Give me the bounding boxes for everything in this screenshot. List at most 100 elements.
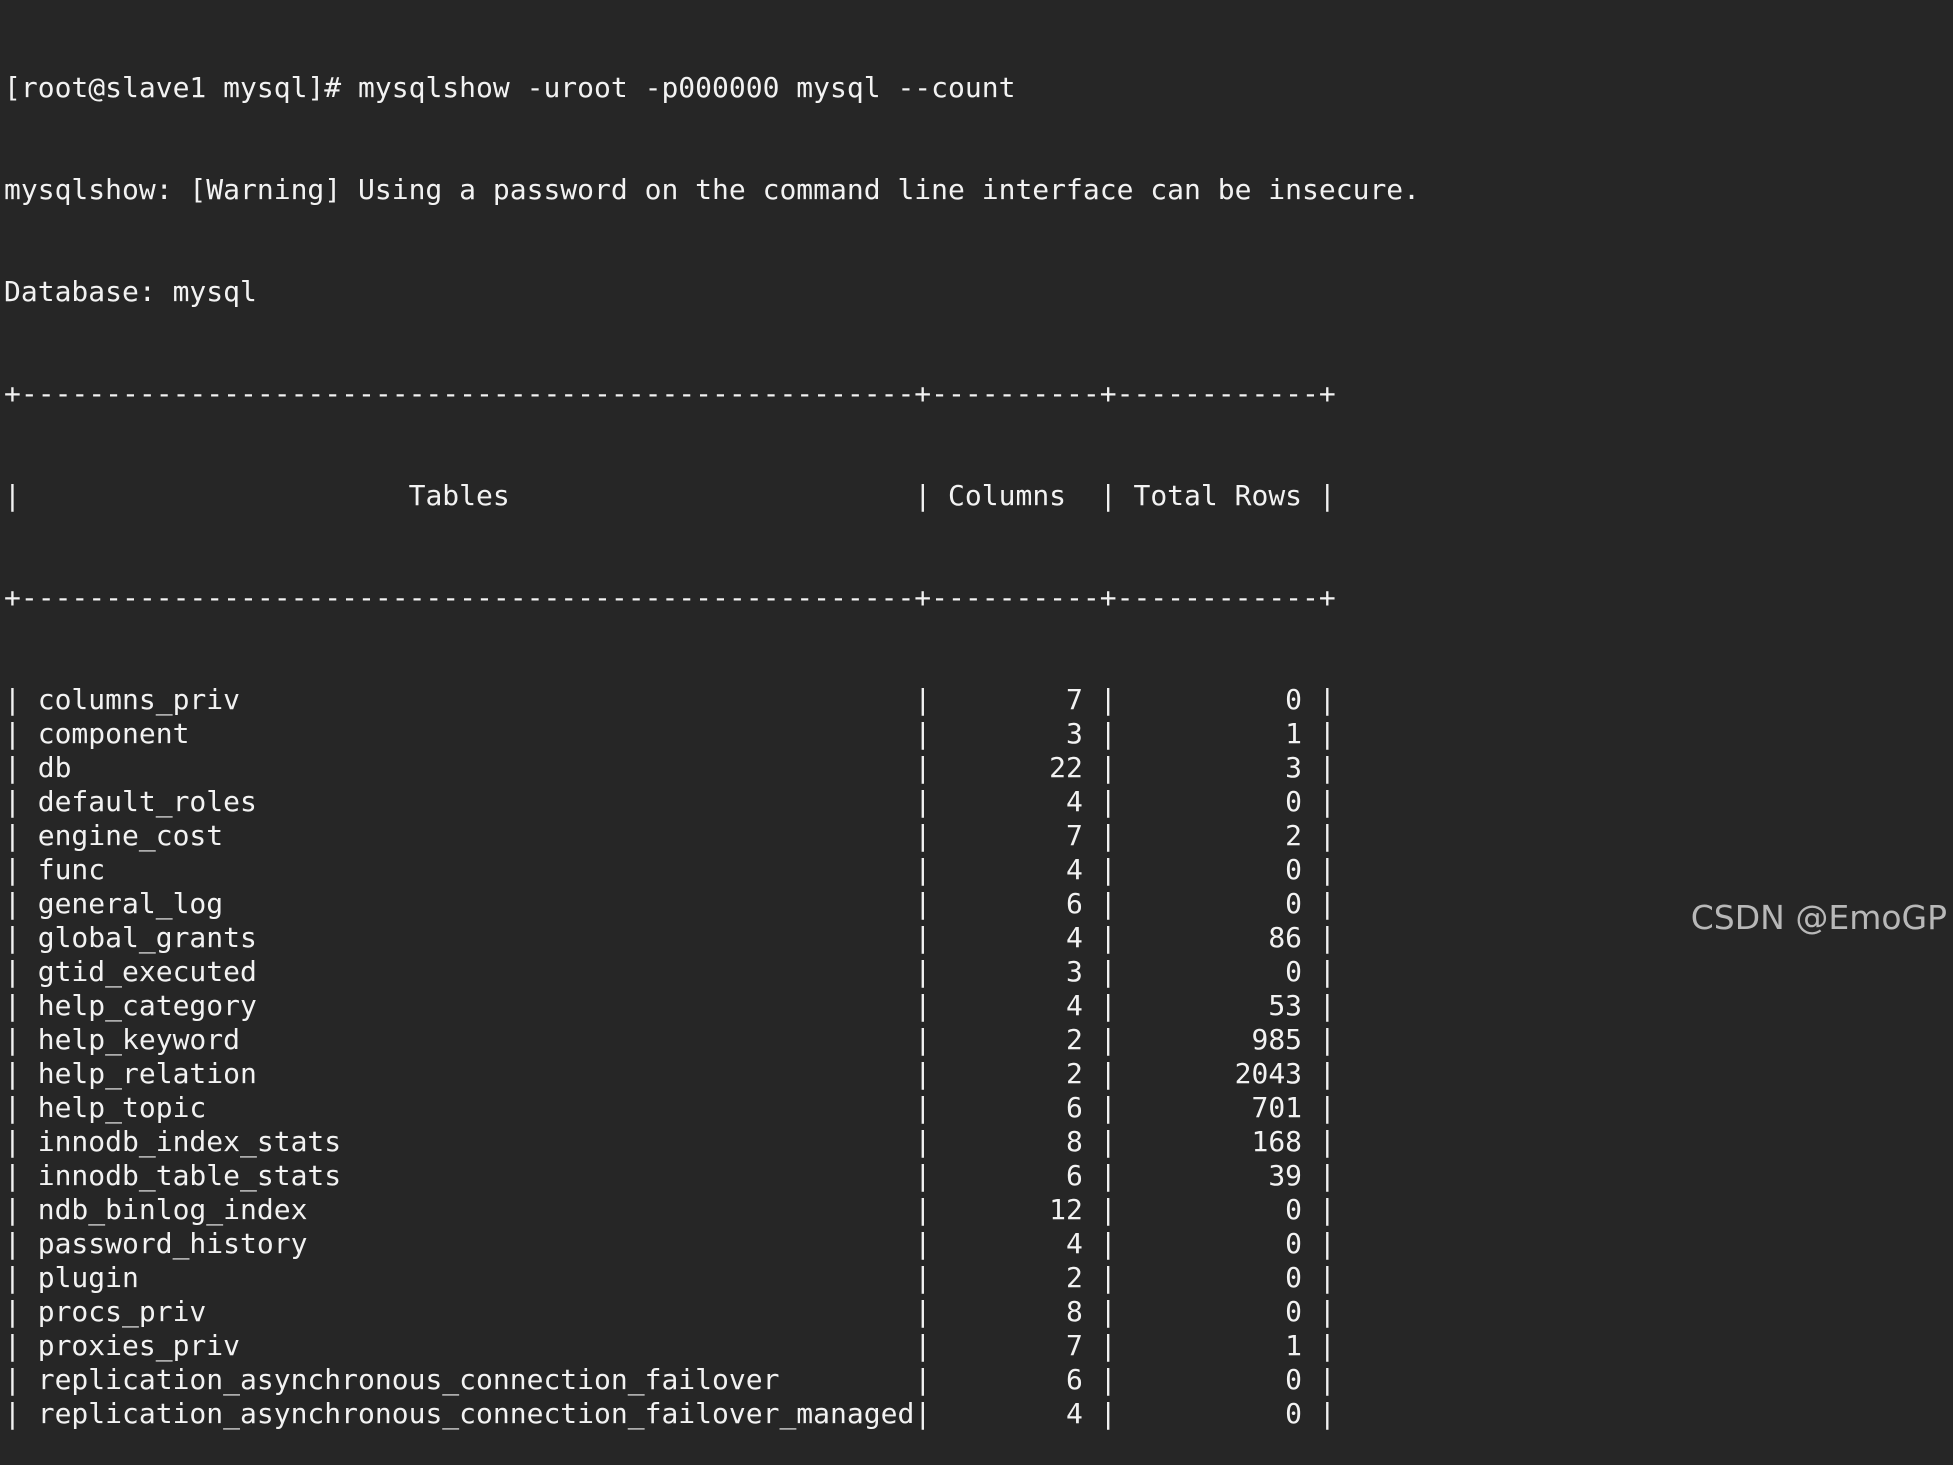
total-rows-cell: 168 bbox=[1116, 1125, 1319, 1158]
table-name-cell: innodb_index_stats bbox=[20, 1125, 915, 1158]
total-rows-cell: 1 bbox=[1116, 1329, 1319, 1362]
table-name-cell: default_roles bbox=[20, 785, 915, 818]
command-text: mysqlshow -uroot -p000000 mysql --count bbox=[358, 71, 1016, 104]
table-row: | help_relation | 2 | 2043 | bbox=[4, 1057, 1336, 1090]
table-row: | replication_asynchronous_connection_fa… bbox=[4, 1397, 1336, 1430]
command-line: [root@slave1 mysql]# mysqlshow -uroot -p… bbox=[4, 71, 1420, 105]
columns-count-cell: 7 bbox=[931, 683, 1100, 716]
column-header: Total Rows bbox=[1116, 479, 1319, 512]
table-row: | ndb_binlog_index | 12 | 0 | bbox=[4, 1193, 1336, 1226]
columns-count-cell: 4 bbox=[931, 1227, 1100, 1260]
table-row: | proxies_priv | 7 | 1 | bbox=[4, 1329, 1336, 1362]
table-row: | global_grants | 4 | 86 | bbox=[4, 921, 1336, 954]
table-name-cell: columns_priv bbox=[20, 683, 915, 716]
columns-count-cell: 4 bbox=[931, 785, 1100, 818]
columns-count-cell: 2 bbox=[931, 1023, 1100, 1056]
table-row: | help_keyword | 2 | 985 | bbox=[4, 1023, 1336, 1056]
total-rows-cell: 0 bbox=[1116, 785, 1319, 818]
table-border-mid: +---------------------------------------… bbox=[4, 581, 1336, 614]
table-row: | default_roles | 4 | 0 | bbox=[4, 785, 1336, 818]
total-rows-cell: 1 bbox=[1116, 717, 1319, 750]
total-rows-cell: 0 bbox=[1116, 1397, 1319, 1430]
total-rows-cell: 2 bbox=[1116, 819, 1319, 852]
columns-count-cell: 12 bbox=[931, 1193, 1100, 1226]
table-name-cell: proxies_priv bbox=[20, 1329, 915, 1362]
columns-count-cell: 8 bbox=[931, 1295, 1100, 1328]
terminal-output[interactable]: [root@slave1 mysql]# mysqlshow -uroot -p… bbox=[4, 3, 1420, 1465]
shell-prompt: [root@slave1 mysql]# bbox=[4, 71, 359, 104]
columns-count-cell: 2 bbox=[931, 1261, 1100, 1294]
column-header: Columns bbox=[931, 479, 1100, 512]
table-row: | component | 3 | 1 | bbox=[4, 717, 1336, 750]
total-rows-cell: 86 bbox=[1116, 921, 1319, 954]
database-line: Database: mysql bbox=[4, 275, 1420, 309]
table-name-cell: help_relation bbox=[20, 1057, 915, 1090]
table-row: | db | 22 | 3 | bbox=[4, 751, 1336, 784]
table-name-cell: component bbox=[20, 717, 915, 750]
table-name-cell: db bbox=[20, 751, 915, 784]
columns-count-cell: 6 bbox=[931, 1363, 1100, 1396]
table-row: | func | 4 | 0 | bbox=[4, 853, 1336, 886]
columns-count-cell: 2 bbox=[931, 1057, 1100, 1090]
table-name-cell: help_category bbox=[20, 989, 915, 1022]
table-name-cell: procs_priv bbox=[20, 1295, 915, 1328]
columns-count-cell: 7 bbox=[931, 1329, 1100, 1362]
total-rows-cell: 0 bbox=[1116, 887, 1319, 920]
columns-count-cell: 4 bbox=[931, 853, 1100, 886]
database-name: mysql bbox=[172, 275, 257, 308]
total-rows-cell: 0 bbox=[1116, 1261, 1319, 1294]
columns-count-cell: 3 bbox=[931, 717, 1100, 750]
columns-count-cell: 3 bbox=[931, 955, 1100, 988]
columns-count-cell: 8 bbox=[931, 1125, 1100, 1158]
table-name-cell: func bbox=[20, 853, 915, 886]
columns-count-cell: 4 bbox=[931, 1397, 1100, 1430]
table-row: | help_topic | 6 | 701 | bbox=[4, 1091, 1336, 1124]
columns-count-cell: 4 bbox=[931, 989, 1100, 1022]
columns-count-cell: 6 bbox=[931, 1091, 1100, 1124]
table-row: | plugin | 2 | 0 | bbox=[4, 1261, 1336, 1294]
database-label: Database: bbox=[4, 275, 173, 308]
watermark: CSDN @EmoGP bbox=[1690, 898, 1947, 937]
table-row: | engine_cost | 7 | 2 | bbox=[4, 819, 1336, 852]
table-row: | password_history | 4 | 0 | bbox=[4, 1227, 1336, 1260]
table-row: | innodb_table_stats | 6 | 39 | bbox=[4, 1159, 1336, 1192]
warning-line: mysqlshow: [Warning] Using a password on… bbox=[4, 173, 1421, 206]
total-rows-cell: 985 bbox=[1116, 1023, 1319, 1056]
table-name-cell: general_log bbox=[20, 887, 915, 920]
columns-count-cell: 6 bbox=[931, 1159, 1100, 1192]
total-rows-cell: 701 bbox=[1116, 1091, 1319, 1124]
total-rows-cell: 3 bbox=[1116, 751, 1319, 784]
table-name-cell: help_keyword bbox=[20, 1023, 915, 1056]
column-header: Tables bbox=[20, 479, 915, 512]
total-rows-cell: 0 bbox=[1116, 1193, 1319, 1226]
table-name-cell: global_grants bbox=[20, 921, 915, 954]
table-name-cell: help_topic bbox=[20, 1091, 915, 1124]
total-rows-cell: 0 bbox=[1116, 1227, 1319, 1260]
table-name-cell: engine_cost bbox=[20, 819, 915, 852]
table-row: | procs_priv | 8 | 0 | bbox=[4, 1295, 1336, 1328]
total-rows-cell: 0 bbox=[1116, 1295, 1319, 1328]
total-rows-cell: 2043 bbox=[1116, 1057, 1319, 1090]
total-rows-cell: 0 bbox=[1116, 1363, 1319, 1396]
total-rows-cell: 0 bbox=[1116, 683, 1319, 716]
table-row: | replication_asynchronous_connection_fa… bbox=[4, 1363, 1336, 1396]
table-row: | innodb_index_stats | 8 | 168 | bbox=[4, 1125, 1336, 1158]
table-row: | gtid_executed | 3 | 0 | bbox=[4, 955, 1336, 988]
table-name-cell: replication_asynchronous_connection_fail… bbox=[20, 1397, 915, 1430]
columns-count-cell: 22 bbox=[931, 751, 1100, 784]
table-name-cell: replication_asynchronous_connection_fail… bbox=[20, 1363, 915, 1396]
columns-count-cell: 7 bbox=[931, 819, 1100, 852]
total-rows-cell: 39 bbox=[1116, 1159, 1319, 1192]
table-name-cell: innodb_table_stats bbox=[20, 1159, 915, 1192]
table-row: | columns_priv | 7 | 0 | bbox=[4, 683, 1336, 716]
table-row: | help_category | 4 | 53 | bbox=[4, 989, 1336, 1022]
table-name-cell: plugin bbox=[20, 1261, 915, 1294]
total-rows-cell: 0 bbox=[1116, 955, 1319, 988]
total-rows-cell: 53 bbox=[1116, 989, 1319, 1022]
table-body: | columns_priv | 7 | 0 | | component | 3 … bbox=[4, 683, 1420, 1431]
table-name-cell: ndb_binlog_index bbox=[20, 1193, 915, 1226]
table-name-cell: password_history bbox=[20, 1227, 915, 1260]
columns-count-cell: 6 bbox=[931, 887, 1100, 920]
columns-count-cell: 4 bbox=[931, 921, 1100, 954]
table-header-row: | Tables | Columns | Total Rows | bbox=[4, 479, 1336, 512]
